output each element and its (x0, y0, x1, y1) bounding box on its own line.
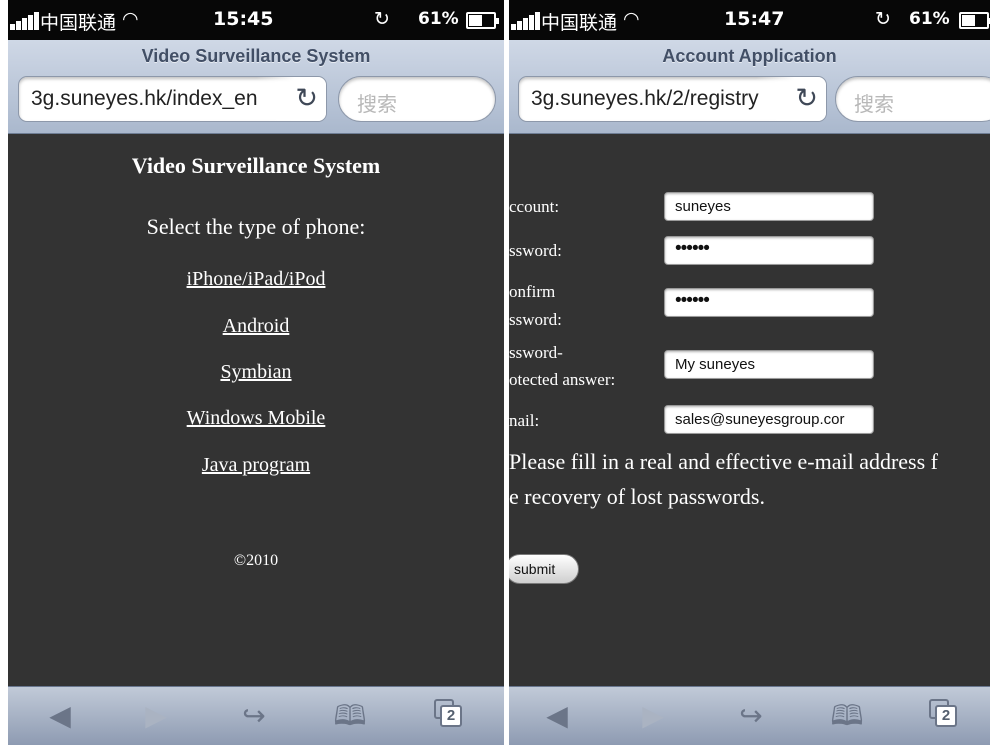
submit-button[interactable]: submit (509, 554, 579, 584)
back-arrow-icon[interactable]: ◀ (40, 699, 80, 733)
email-help-text: Please fill in a real and effective e-ma… (509, 444, 990, 514)
email-input[interactable]: sales@suneyesgroup.cor (664, 405, 874, 434)
copyright-text: ©2010 (233, 552, 279, 569)
left-phone-screen: 中国联通 ◠ 15:45 ↻ 61% Video Surveillance Sy… (8, 0, 504, 745)
orientation-lock-icon: ↻ (875, 8, 891, 30)
browser-toolbar: ◀ ▶ ↪ 🕮 2 (509, 686, 990, 745)
address-text: 3g.suneyes.hk/2/registry (531, 87, 759, 110)
account-label: ccount: (509, 197, 560, 216)
status-bar: 中国联通 ◠ 15:45 ↻ 61% (8, 0, 504, 40)
share-icon[interactable]: ↪ (731, 699, 771, 733)
share-icon[interactable]: ↪ (234, 699, 274, 733)
password-input[interactable]: •••••• (664, 236, 874, 265)
answer-label-line1: ssword- (509, 343, 563, 362)
search-placeholder: 搜索 (854, 92, 894, 116)
link-java-program[interactable]: Java program (8, 454, 504, 477)
battery-percent: 61% (909, 9, 950, 29)
wifi-icon: ◠ (623, 8, 640, 30)
confirm-password-label-line2: ssword: (509, 310, 562, 329)
help-text-line1: Please fill in a real and effective e-ma… (509, 449, 939, 474)
browser-toolbar: ◀ ▶ ↪ 🕮 2 (8, 686, 504, 745)
answer-label-line2: otected answer: (509, 370, 616, 389)
bookmarks-icon[interactable]: 🕮 (330, 699, 370, 733)
orientation-lock-icon: ↻ (374, 8, 390, 30)
search-field[interactable]: 搜索 (338, 76, 496, 122)
forward-arrow-icon[interactable]: ▶ (633, 699, 673, 733)
link-symbian[interactable]: Symbian (8, 361, 504, 384)
browser-url-bar: Account Application 3g.suneyes.hk/2/regi… (509, 40, 990, 134)
link-android[interactable]: Android (8, 315, 504, 338)
page-title: Account Application (662, 46, 837, 66)
carrier-name: 中国联通 (541, 12, 618, 34)
search-field[interactable]: 搜索 (835, 76, 990, 122)
address-text: 3g.suneyes.hk/index_en (31, 87, 258, 110)
page-heading: Video Surveillance System (131, 153, 381, 178)
link-windows-mobile[interactable]: Windows Mobile (8, 407, 504, 430)
address-field[interactable]: 3g.suneyes.hk/index_en ↻ (18, 76, 327, 122)
search-placeholder: 搜索 (357, 92, 397, 116)
battery-percent: 61% (418, 9, 459, 29)
page-content: Video Surveillance System Select the typ… (8, 135, 504, 686)
forward-arrow-icon[interactable]: ▶ (136, 699, 176, 733)
confirm-password-input[interactable]: •••••• (664, 288, 874, 317)
browser-url-bar: Video Surveillance System 3g.suneyes.hk/… (8, 40, 504, 134)
page-title: Video Surveillance System (141, 46, 371, 66)
address-field[interactable]: 3g.suneyes.hk/2/registry ↻ (518, 76, 827, 122)
page-content: ccount: suneyes ssword: •••••• onfirm ss… (509, 135, 990, 686)
carrier-name: 中国联通 (40, 12, 117, 34)
tab-count: 2 (935, 705, 957, 727)
battery-icon (959, 12, 990, 29)
phone-type-prompt: Select the type of phone: (146, 214, 366, 239)
confirm-password-label-line1: onfirm (509, 282, 556, 301)
email-label: nail: (509, 411, 540, 430)
password-label: ssword: (509, 241, 562, 260)
back-arrow-icon[interactable]: ◀ (537, 699, 577, 733)
help-text-line2: e recovery of lost passwords. (509, 484, 765, 509)
tabs-icon[interactable]: 2 (927, 699, 967, 733)
protected-answer-input[interactable]: My suneyes (664, 350, 874, 379)
status-time: 15:47 (724, 8, 785, 30)
right-phone-screen: 中国联通 ◠ 15:47 ↻ 61% Account Application 3… (509, 0, 990, 745)
reload-icon[interactable]: ↻ (295, 83, 318, 114)
reload-icon[interactable]: ↻ (795, 83, 818, 114)
wifi-icon: ◠ (122, 8, 139, 30)
status-bar: 中国联通 ◠ 15:47 ↻ 61% (509, 0, 990, 40)
battery-icon (466, 12, 499, 29)
bookmarks-icon[interactable]: 🕮 (827, 699, 867, 733)
account-input[interactable]: suneyes (664, 192, 874, 221)
signal-bars-icon (10, 10, 40, 30)
signal-bars-icon (511, 10, 541, 30)
tab-count: 2 (440, 705, 462, 727)
link-iphone[interactable]: iPhone/iPad/iPod (8, 268, 504, 291)
tabs-icon[interactable]: 2 (432, 699, 472, 733)
status-time: 15:45 (213, 8, 274, 30)
